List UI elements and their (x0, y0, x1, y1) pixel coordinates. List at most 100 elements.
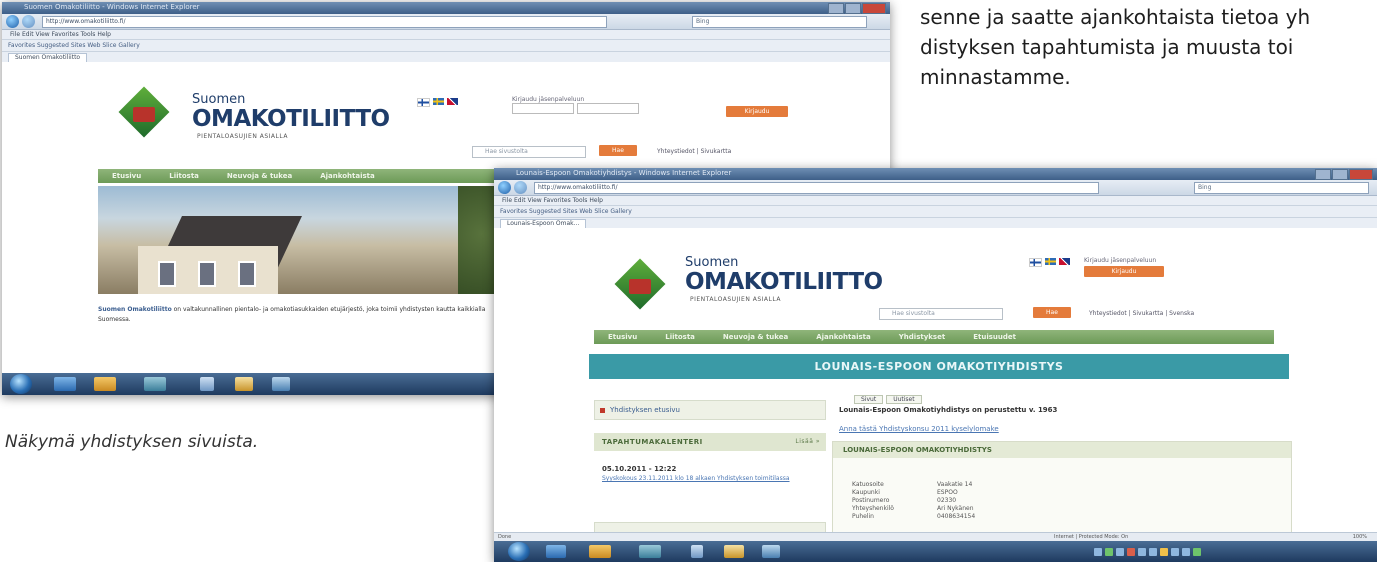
front-favorites-bar[interactable]: Favorites Suggested Sites Web Slice Gall… (494, 206, 1377, 218)
tray-icon[interactable] (1094, 548, 1102, 556)
taskbar-folder-icon[interactable] (589, 545, 611, 558)
nav-item[interactable]: Etuisuudet (973, 333, 1016, 341)
front-menu-bar[interactable]: File Edit View Favorites Tools Help (494, 196, 1377, 206)
back-search-box[interactable]: Bing (692, 16, 867, 28)
forward-arrow-icon[interactable] (514, 181, 527, 194)
taskbar-app-icon[interactable] (144, 377, 166, 391)
back-site-search[interactable]: Hae sivustolta (472, 146, 586, 158)
intro-bold: Suomen Omakotiliitto (98, 306, 172, 313)
zoom-level[interactable]: 100% (1353, 533, 1367, 541)
back-top-links[interactable]: Yhteystiedot | Sivukartta (657, 148, 731, 155)
front-search-button[interactable]: Hae (1033, 307, 1071, 318)
forward-arrow-icon[interactable] (22, 15, 35, 28)
start-button-icon[interactable] (10, 374, 32, 394)
association-home-link[interactable]: Yhdistyksen etusivu (594, 400, 826, 420)
nav-item[interactable]: Liitosta (169, 172, 199, 180)
info-row: Kaupunki ESPOO (852, 489, 975, 497)
info-key: Postinumero (852, 497, 890, 504)
logo-house-icon (629, 279, 651, 294)
back-login-box: Kirjaudu jäsenpalveluun (512, 96, 642, 114)
maximize-button[interactable] (845, 3, 861, 14)
nav-item[interactable]: Neuvoja & tukea (723, 333, 788, 341)
close-button[interactable] (862, 3, 886, 14)
taskbar-app-icon[interactable] (639, 545, 661, 558)
back-arrow-icon[interactable] (6, 15, 19, 28)
close-button[interactable] (1349, 169, 1373, 180)
back-favorites-bar[interactable]: Favorites Suggested Sites Web Slice Gall… (2, 40, 890, 52)
taskbar-app-icon[interactable] (235, 377, 253, 391)
tray-icon[interactable] (1127, 548, 1135, 556)
nav-item[interactable]: Etusivu (112, 172, 141, 180)
nav-item[interactable]: Ajankohtaista (816, 333, 871, 341)
logo-subtitle: PIENTALOASUJIEN ASIALLA (197, 133, 288, 140)
back-arrow-icon[interactable] (498, 181, 511, 194)
tray-icon[interactable] (1138, 548, 1146, 556)
tray-icon[interactable] (1182, 548, 1190, 556)
info-row: Postinumero 02330 (852, 497, 975, 505)
info-value: Ari Nykänen (937, 505, 974, 512)
english-flag-icon[interactable] (447, 98, 458, 105)
back-intro-text: Suomen Omakotiliitto on valtakunnallinen… (98, 305, 508, 325)
nav-item[interactable]: Neuvoja & tukea (227, 172, 292, 180)
start-button-icon[interactable] (508, 542, 530, 561)
front-site-search[interactable]: Hae sivustolta (879, 308, 1003, 320)
taskbar-app-icon[interactable] (691, 545, 703, 558)
taskbar-app-icon[interactable] (762, 545, 780, 558)
tab-news[interactable]: Uutiset (886, 395, 922, 404)
tray-icon[interactable] (1116, 548, 1124, 556)
body-text-line: senne ja saatte ajankohtaista tietoa yh (920, 5, 1311, 29)
survey-link[interactable]: Anna tästä Yhdistyskonsu 2011 kyselyloma… (839, 425, 999, 433)
info-row: Yhteyshenkilö Ari Nykänen (852, 505, 975, 513)
maximize-button[interactable] (1332, 169, 1348, 180)
bullet-icon (600, 407, 605, 413)
back-menu-bar[interactable]: File Edit View Favorites Tools Help (2, 30, 890, 40)
calendar-more-link[interactable]: Lisää » (795, 433, 820, 451)
finnish-flag-icon[interactable] (417, 98, 430, 107)
info-value: 0408634154 (937, 513, 976, 520)
tray-icon[interactable] (1171, 548, 1179, 556)
info-key: Kaupunki (852, 489, 880, 496)
tab-pages[interactable]: Sivut (854, 395, 884, 404)
tray-icon[interactable] (1149, 548, 1157, 556)
taskbar-ie-icon[interactable] (54, 377, 76, 391)
taskbar-app-icon[interactable] (200, 377, 214, 391)
tray-icon[interactable] (1105, 548, 1113, 556)
nav-item[interactable]: Ajankohtaista (320, 172, 375, 180)
password-field[interactable] (577, 103, 639, 114)
info-key: Puhelin (852, 513, 874, 520)
nav-item[interactable]: Yhdistykset (899, 333, 945, 341)
english-flag-icon[interactable] (1059, 258, 1070, 265)
event-calendar-header: TAPAHTUMAKALENTERI Lisää » (594, 433, 826, 451)
front-search-box[interactable]: Bing (1194, 182, 1369, 194)
association-title-bar: LOUNAIS-ESPOON OMAKOTIYHDISTYS (589, 354, 1289, 379)
taskbar-app-icon[interactable] (272, 377, 290, 391)
minimize-button[interactable] (828, 3, 844, 14)
info-row: Puhelin 0408634154 (852, 513, 975, 521)
back-login-button[interactable]: Kirjaudu (726, 106, 788, 117)
event-link[interactable]: Syyskokous 23.11.2011 klo 18 alkaen Yhdi… (602, 474, 812, 483)
front-top-links[interactable]: Yhteystiedot | Sivukartta | Svenska (1089, 310, 1194, 317)
front-address-bar[interactable]: http://www.omakotiliitto.fi/ (534, 182, 1099, 194)
minimize-button[interactable] (1315, 169, 1331, 180)
front-taskbar (494, 541, 1377, 562)
finnish-flag-icon[interactable] (1029, 258, 1042, 267)
back-window-controls (828, 3, 886, 14)
taskbar-folder-icon[interactable] (94, 377, 116, 391)
nav-item[interactable]: Etusivu (608, 333, 637, 341)
nav-item[interactable]: Liitosta (665, 333, 695, 341)
founded-text: Lounais-Espoon Omakotiyhdistys on perust… (839, 406, 1058, 414)
swedish-flag-icon[interactable] (433, 98, 444, 105)
tray-icon[interactable] (1160, 548, 1168, 556)
swedish-flag-icon[interactable] (1045, 258, 1056, 265)
back-navigation-bar: http://www.omakotiliitto.fi/ Bing (2, 14, 890, 30)
tray-icon[interactable] (1193, 548, 1201, 556)
back-search-button[interactable]: Hae (599, 145, 637, 156)
body-text-line: minnastamme. (920, 65, 1071, 89)
taskbar-app-icon[interactable] (724, 545, 744, 558)
logo-suomen-text: Suomen (685, 255, 739, 270)
front-member-button[interactable]: Kirjaudu (1084, 266, 1164, 277)
taskbar-ie-icon[interactable] (546, 545, 566, 558)
username-field[interactable] (512, 103, 574, 114)
back-address-bar[interactable]: http://www.omakotiliitto.fi/ (42, 16, 607, 28)
language-flags (417, 98, 458, 107)
